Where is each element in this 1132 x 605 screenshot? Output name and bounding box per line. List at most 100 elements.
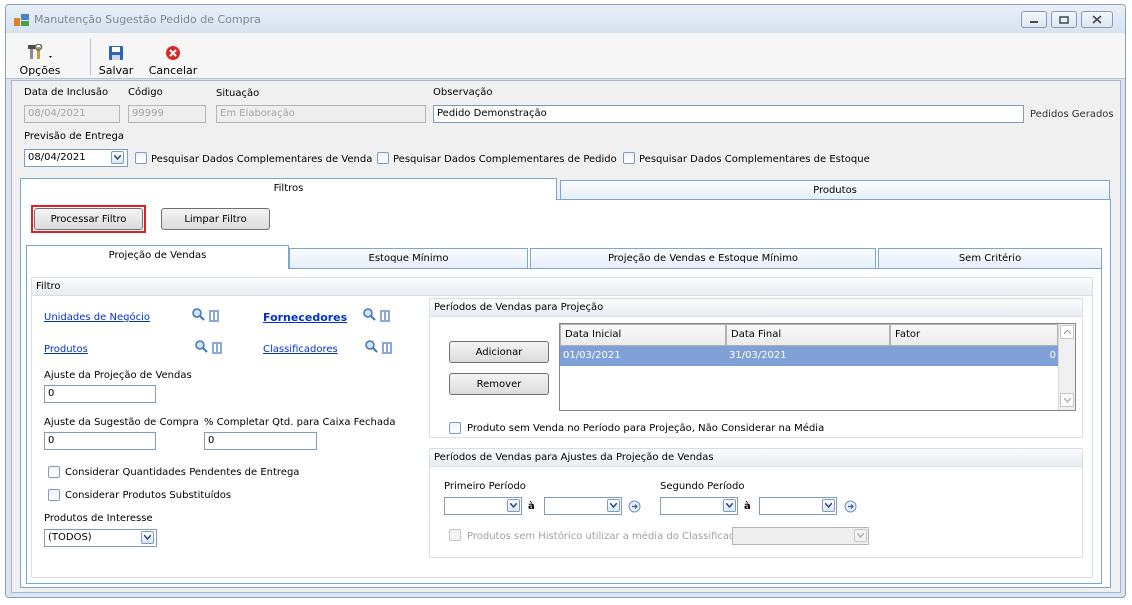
inclusion-date-label: Data de Inclusão: [24, 87, 109, 98]
chevron-down-icon[interactable]: [111, 151, 124, 164]
complete-qty-input[interactable]: 0: [204, 432, 317, 450]
main-window: Manutenção Sugestão Pedido de Compra Opç…: [5, 4, 1126, 598]
save-icon: [109, 46, 123, 60]
check-order-label: Pesquisar Dados Complementares de Pedido: [393, 154, 617, 165]
check-stock-checkbox[interactable]: [623, 152, 635, 164]
second-period-clear-icon[interactable]: [844, 500, 857, 513]
second-period-start-select[interactable]: [660, 497, 738, 515]
no-sales-checkbox[interactable]: [449, 422, 461, 434]
first-period-label: Primeiro Período: [444, 481, 526, 492]
check-sales-checkbox[interactable]: [135, 152, 147, 164]
col-header-start-date[interactable]: Data Inicial: [560, 324, 726, 346]
check-order-checkbox[interactable]: [377, 152, 389, 164]
code-field: 99999: [128, 105, 206, 123]
suppliers-search-icons[interactable]: [363, 308, 393, 324]
purchase-suggestion-adjust-label: Ajuste da Sugestão de Compra: [44, 417, 199, 428]
suppliers-link[interactable]: Fornecedores: [263, 311, 347, 324]
chevron-down-icon[interactable]: [141, 531, 154, 544]
process-filter-button[interactable]: Processar Filtro: [34, 208, 143, 230]
minimize-button[interactable]: [1021, 11, 1047, 28]
chevron-down-icon: [854, 529, 867, 542]
periods-grid[interactable]: Data Inicial Data Final Fator 01/03/2021…: [559, 323, 1076, 411]
no-history-checkbox: [449, 529, 461, 541]
chevron-down-icon[interactable]: [822, 499, 835, 512]
col-header-end-date[interactable]: Data Final: [726, 324, 890, 346]
first-period-clear-icon[interactable]: [628, 500, 641, 513]
save-button[interactable]: Salvar: [98, 35, 134, 77]
subtab-minimum-stock[interactable]: Estoque Mínimo: [289, 248, 528, 268]
toolbar: Opções Salvar Cancelar: [6, 33, 1125, 79]
substituted-label: Considerar Produtos Substituídos: [65, 490, 232, 501]
close-icon: [1092, 15, 1102, 24]
form-area: Data de Inclusão 08/04/2021 Código 99999…: [11, 80, 1121, 593]
options-label: Opções: [19, 64, 61, 77]
products-search-icons[interactable]: [195, 340, 225, 356]
inclusion-date-field: 08/04/2021: [24, 105, 120, 123]
delivery-forecast-label: Previsão de Entrega: [24, 131, 125, 142]
status-label: Situação: [216, 88, 260, 99]
cancel-icon: [166, 46, 180, 60]
filter-group-title: Filtro: [32, 278, 1092, 296]
clear-filter-button[interactable]: Limpar Filtro: [161, 208, 270, 230]
filter-group: Filtro Unidades de Negócio Fornecedores …: [31, 277, 1093, 578]
table-row[interactable]: 01/03/2021 31/03/2021 0: [560, 346, 1058, 366]
business-units-search-icons[interactable]: [192, 308, 222, 324]
filters-tab-panel: Processar Filtro Limpar Filtro Projeção …: [20, 199, 1111, 588]
observation-input[interactable]: Pedido Demonstração: [433, 105, 1024, 123]
adjust-periods-group: Períodos de Vendas para Ajustes da Proje…: [429, 448, 1083, 558]
title-bar: Manutenção Sugestão Pedido de Compra: [6, 5, 1125, 33]
no-history-label: Produtos sem Histórico utilizar a média …: [467, 531, 746, 542]
chevron-down-icon[interactable]: [607, 499, 620, 512]
second-to-label: à: [744, 501, 751, 512]
substituted-checkbox[interactable]: [48, 489, 60, 501]
products-link[interactable]: Produtos: [44, 344, 88, 355]
add-period-button[interactable]: Adicionar: [449, 341, 549, 363]
check-stock-label: Pesquisar Dados Complementares de Estoqu…: [639, 154, 870, 165]
check-sales-label: Pesquisar Dados Complementares de Venda: [151, 154, 373, 165]
chevron-down-icon[interactable]: [723, 499, 736, 512]
app-icon: [14, 14, 29, 26]
complete-qty-label: % Completar Qtd. para Caixa Fechada: [204, 417, 396, 428]
periods-group: Períodos de Vendas para Projeção Adicion…: [429, 298, 1083, 438]
subtab-no-criteria[interactable]: Sem Critério: [878, 248, 1102, 268]
close-button[interactable]: [1081, 11, 1113, 28]
products-interest-select[interactable]: (TODOS): [44, 529, 157, 547]
code-label: Código: [128, 87, 163, 98]
subtab-projection-and-stock[interactable]: Projeção de Vendas e Estoque Mínimo: [530, 248, 876, 268]
vertical-scrollbar[interactable]: [1058, 324, 1075, 410]
no-sales-label: Produto sem Venda no Período para Projeç…: [467, 423, 825, 434]
col-header-factor[interactable]: Fator: [890, 324, 1058, 346]
save-label: Salvar: [98, 64, 134, 77]
row-factor: 0: [1049, 350, 1056, 361]
first-to-label: à: [528, 501, 535, 512]
tab-filters[interactable]: Filtros: [20, 178, 557, 200]
options-tools-icon: [28, 44, 52, 59]
subtab-sales-projection[interactable]: Projeção de Vendas: [26, 245, 289, 269]
maximize-button[interactable]: [1051, 11, 1077, 28]
delivery-forecast-picker[interactable]: 08/04/2021: [24, 149, 128, 167]
sales-projection-adjust-input[interactable]: 0: [44, 385, 156, 403]
classifiers-link[interactable]: Classificadores: [263, 344, 338, 355]
toolbar-separator: [90, 39, 91, 75]
maximize-icon: [1059, 15, 1069, 24]
window-title: Manutenção Sugestão Pedido de Compra: [34, 13, 261, 26]
classifiers-search-icons[interactable]: [365, 340, 395, 356]
generated-orders-label: Pedidos Gerados: [1030, 109, 1114, 120]
sales-projection-panel: Filtro Unidades de Negócio Fornecedores …: [26, 268, 1102, 584]
cancel-button[interactable]: Cancelar: [142, 35, 204, 77]
scroll-up-arrow-icon[interactable]: [1060, 325, 1074, 339]
remove-period-button[interactable]: Remover: [449, 373, 549, 395]
adjust-periods-group-title: Períodos de Vendas para Ajustes da Proje…: [430, 449, 1082, 467]
scroll-down-arrow-icon[interactable]: [1060, 393, 1074, 407]
purchase-suggestion-adjust-input[interactable]: 0: [44, 432, 156, 450]
products-interest-label: Produtos de Interesse: [44, 513, 153, 524]
tab-products[interactable]: Produtos: [560, 180, 1110, 200]
business-units-link[interactable]: Unidades de Negócio: [44, 312, 150, 323]
first-period-end-select[interactable]: [544, 497, 622, 515]
first-period-start-select[interactable]: [444, 497, 522, 515]
options-button[interactable]: Opções: [12, 35, 68, 77]
row-start-date: 01/03/2021: [563, 350, 621, 361]
chevron-down-icon[interactable]: [507, 499, 520, 512]
second-period-end-select[interactable]: [759, 497, 837, 515]
pending-delivery-checkbox[interactable]: [48, 466, 60, 478]
